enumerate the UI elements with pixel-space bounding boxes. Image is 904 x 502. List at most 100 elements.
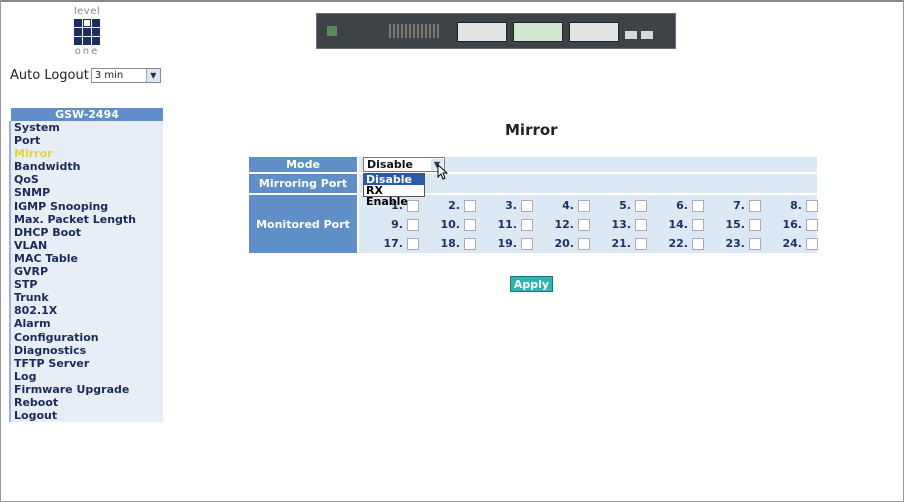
monitored-port-22: 22. (640, 237, 704, 250)
monitored-port-8: 8. (754, 199, 818, 212)
monitored-port-label: Monitored Port (249, 195, 357, 253)
port-number-label: 14. (668, 218, 689, 231)
port-number-label: 10. (440, 218, 461, 231)
sidebar-item-mac-table[interactable]: MAC Table (9, 251, 163, 266)
sidebar-item-snmp[interactable]: SNMP (9, 186, 163, 200)
logo-top-text: level (73, 6, 101, 17)
vent-grill (389, 24, 439, 38)
sidebar-header: GSW-2494 (9, 108, 163, 121)
sidebar-items: System Port Mirror Bandwidth QoS SNMP IGMP Sno… (9, 121, 163, 423)
port-number-label: 15. (725, 218, 746, 231)
port-checkbox[interactable] (806, 218, 818, 231)
logo-bottom-text: one (74, 46, 100, 57)
port-number-label: 6. (676, 199, 688, 212)
port-number-label: 23. (725, 237, 746, 250)
port-checkbox[interactable] (806, 199, 818, 212)
mode-select-value: Disable (367, 158, 413, 171)
port-number-label: 17. (383, 237, 404, 250)
port-number-label: 9. (391, 218, 403, 231)
monitored-port-4: 4. (526, 199, 590, 212)
sidebar-item-system[interactable]: System (9, 121, 163, 135)
port-number-label: 12. (554, 218, 575, 231)
port-block-2 (513, 22, 563, 42)
sidebar-item-mirror[interactable]: Mirror (9, 147, 163, 161)
port-number-label: 22. (668, 237, 689, 250)
mode-label: Mode (249, 157, 357, 172)
sidebar-item-alarm[interactable]: Alarm (9, 317, 163, 331)
monitored-port-15: 15. (697, 218, 761, 231)
port-number-label: 20. (554, 237, 575, 250)
auto-logout-value: 3 min (94, 70, 124, 81)
port-block-1 (457, 22, 507, 42)
logo-mark-icon (74, 19, 100, 45)
mirroring-port-cell (359, 174, 817, 193)
uplink-port-1 (625, 31, 637, 39)
sidebar-item-tftp-server[interactable]: TFTP Server (9, 356, 163, 370)
monitored-port-3: 3. (469, 199, 533, 212)
sidebar-item-qos[interactable]: QoS (9, 173, 163, 187)
port-number-label: 5. (619, 199, 631, 212)
auto-logout: Auto Logout 3 min ▼ (10, 68, 161, 83)
port-checkbox[interactable] (806, 237, 818, 250)
page-title: Mirror (505, 121, 558, 139)
port-number-label: 2. (448, 199, 460, 212)
port-number-label: 19. (497, 237, 518, 250)
monitored-port-10: 10. (412, 218, 476, 231)
uplink-port-2 (641, 31, 653, 39)
monitored-port-6: 6. (640, 199, 704, 212)
sidebar-item-dhcp-boot[interactable]: DHCP Boot (9, 225, 163, 239)
levelone-logo: level one (66, 6, 108, 68)
port-number-label: 11. (497, 218, 518, 231)
monitored-port-14: 14. (640, 218, 704, 231)
sidebar-item-firmware-upgrade[interactable]: Firmware Upgrade (9, 382, 163, 396)
sidebar-item-802-1x[interactable]: 802.1X (9, 304, 163, 318)
sidebar-item-igmp-snooping[interactable]: IGMP Snooping (9, 199, 163, 213)
sidebar-item-max-packet-length[interactable]: Max. Packet Length (9, 212, 163, 226)
sidebar-item-configuration[interactable]: Configuration (9, 330, 163, 344)
monitored-port-11: 11. (469, 218, 533, 231)
chevron-down-icon[interactable]: ▼ (145, 69, 160, 82)
mode-dropdown-list: Disable RX Enable (363, 173, 425, 207)
monitored-port-16: 16. (754, 218, 818, 231)
auto-logout-label: Auto Logout (10, 68, 89, 83)
sidebar-item-vlan[interactable]: VLAN (9, 238, 163, 252)
monitored-port-7: 7. (697, 199, 761, 212)
sidebar-item-stp[interactable]: STP (9, 278, 163, 292)
port-number-label: 7. (733, 199, 745, 212)
sidebar-item-reboot[interactable]: Reboot (9, 395, 163, 410)
sidebar-item-trunk[interactable]: Trunk (9, 291, 163, 305)
device-front-panel-image (316, 13, 676, 49)
monitored-port-21: 21. (583, 237, 647, 250)
apply-button[interactable]: Apply (510, 276, 553, 292)
port-number-label: 21. (611, 237, 632, 250)
sidebar-item-log[interactable]: Log (9, 369, 163, 383)
port-number-label: 18. (440, 237, 461, 250)
auto-logout-select[interactable]: 3 min ▼ (90, 68, 161, 83)
monitored-port-18: 18. (412, 237, 476, 250)
sidebar-item-port[interactable]: Port (9, 134, 163, 148)
sidebar-item-diagnostics[interactable]: Diagnostics (9, 343, 163, 357)
mirroring-port-label: Mirroring Port (249, 174, 357, 193)
monitored-port-5: 5. (583, 199, 647, 212)
monitored-port-9: 9. (355, 218, 419, 231)
sidebar: GSW-2494 System Port Mirror Bandwidth QoS SNM… (9, 108, 163, 423)
monitored-port-19: 19. (469, 237, 533, 250)
monitored-port-24: 24. (754, 237, 818, 250)
sidebar-item-gvrp[interactable]: GVRP (9, 265, 163, 279)
monitored-port-12: 12. (526, 218, 590, 231)
port-number-label: 24. (782, 237, 803, 250)
monitored-port-20: 20. (526, 237, 590, 250)
sidebar-item-bandwidth[interactable]: Bandwidth (9, 160, 163, 174)
port-number-label: 16. (782, 218, 803, 231)
mode-option-rx-enable[interactable]: RX Enable (364, 185, 424, 207)
monitored-port-23: 23. (697, 237, 761, 250)
port-number-label: 8. (790, 199, 802, 212)
monitored-port-17: 17. (355, 237, 419, 250)
port-block-3 (569, 22, 619, 42)
port-number-label: 13. (611, 218, 632, 231)
sidebar-item-logout[interactable]: Logout (9, 409, 163, 423)
port-number-label: 4. (562, 199, 574, 212)
port-number-label: 3. (505, 199, 517, 212)
mode-select[interactable]: Disable ▼ (363, 157, 445, 172)
monitored-port-2: 2. (412, 199, 476, 212)
